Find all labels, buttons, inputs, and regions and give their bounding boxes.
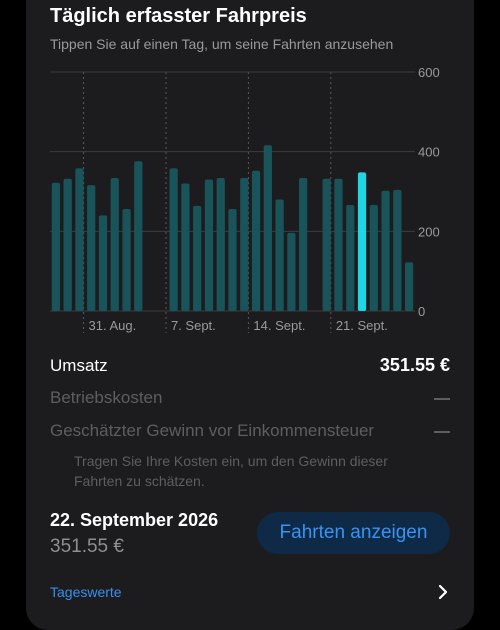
day-bar[interactable]	[75, 168, 84, 311]
day-bar[interactable]	[193, 205, 202, 311]
selected-day-bar[interactable]	[357, 172, 367, 311]
day-bar[interactable]	[263, 145, 272, 311]
x-tick-label: 21. Sept.	[336, 318, 388, 333]
revenue-value: 351.55 €	[379, 355, 450, 375]
revenue-label: Umsatz	[50, 356, 108, 375]
day-bar[interactable]	[204, 179, 214, 311]
day-bar[interactable]	[287, 232, 296, 311]
day-bar[interactable]	[98, 215, 108, 311]
cost-hint-text: Tragen Sie Ihre Kosten ein, um den Gewin…	[74, 453, 388, 489]
day-bar[interactable]	[63, 178, 72, 311]
day-bar[interactable]	[251, 170, 261, 311]
operating-costs-label[interactable]: Betriebskosten	[50, 388, 162, 408]
y-tick-label: 600	[418, 65, 440, 80]
selected-amount: 351.55 €	[50, 536, 124, 557]
day-bar[interactable]	[240, 177, 249, 311]
day-bar[interactable]	[87, 185, 96, 311]
show-rides-button[interactable]: Fahrten anzeigen	[257, 512, 450, 554]
day-bar[interactable]	[122, 209, 131, 311]
selected-date: 22. September 2026	[50, 510, 219, 530]
day-bar[interactable]	[228, 209, 237, 311]
day-bar[interactable]	[322, 178, 331, 311]
day-bar[interactable]	[216, 177, 225, 311]
daily-fare-chart[interactable]: 31. Aug. 7. Sept. 14. Sept. 21. Sept. 600 400…	[0, 0, 500, 340]
estimated-profit-label: Geschätzter Gewinn vor Einkommensteuer	[50, 421, 375, 440]
x-tick-label: 7. Sept.	[171, 318, 216, 333]
day-bar[interactable]	[369, 205, 378, 311]
day-bar[interactable]	[275, 199, 284, 311]
day-bar[interactable]	[181, 183, 190, 311]
y-tick-label: 0	[418, 304, 425, 319]
day-bar[interactable]	[346, 205, 355, 311]
x-tick-label: 31. Aug.	[89, 318, 137, 333]
day-bar[interactable]	[169, 168, 178, 311]
day-bar[interactable]	[404, 262, 414, 311]
day-bar[interactable]	[134, 161, 143, 311]
y-tick-label: 200	[418, 224, 440, 239]
day-bar[interactable]	[110, 177, 119, 311]
y-tick-label: 400	[418, 145, 440, 160]
day-bar[interactable]	[51, 182, 61, 311]
estimated-profit-empty-dash	[434, 431, 450, 433]
day-bar[interactable]	[381, 190, 390, 311]
x-tick-label: 14. Sept.	[253, 318, 305, 333]
day-bar[interactable]	[393, 189, 402, 311]
day-bar[interactable]	[334, 178, 343, 311]
operating-costs-empty-dash	[434, 398, 450, 400]
day-bar[interactable]	[299, 177, 308, 311]
daily-values-link[interactable]: Tageswerte	[50, 584, 122, 600]
chevron-right-icon[interactable]	[436, 584, 450, 600]
